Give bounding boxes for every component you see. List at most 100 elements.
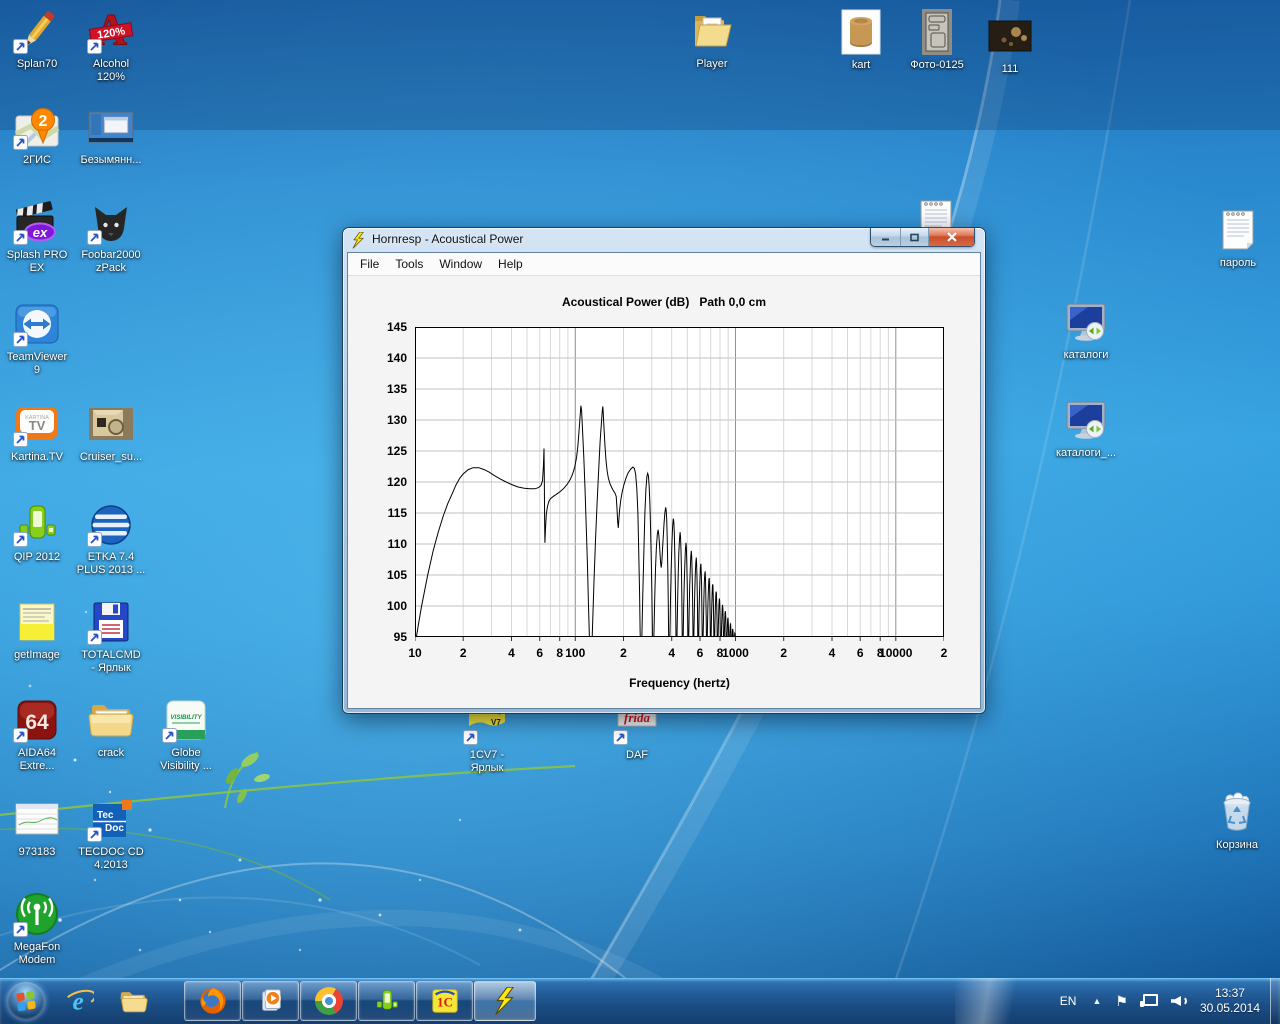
taskbar-button-media-player[interactable]: [242, 981, 299, 1021]
desktop-icon-korzina[interactable]: Корзина: [1187, 788, 1280, 852]
action-center-flag-icon[interactable]: ⚑: [1109, 993, 1134, 1010]
chart-client-area: Acoustical Power (dB) Path 0,0 cm 145140…: [348, 276, 980, 708]
notepad-icon: [1214, 206, 1262, 254]
x-tick-label: 6: [536, 646, 543, 660]
desktop-icon-label: getImage: [14, 649, 60, 662]
shortcut-arrow-icon: [613, 730, 628, 745]
taskbar-button-1c[interactable]: 1С: [416, 981, 473, 1021]
taskbar-button-firefox[interactable]: [184, 981, 241, 1021]
desktop-icon-cruiser-su[interactable]: Cruiser_su...: [61, 400, 161, 464]
desktop-icon-label: 973183: [19, 846, 56, 859]
shortcut-arrow-icon: [87, 630, 102, 645]
x-axis-title: Frequency (hertz): [415, 676, 944, 690]
desktop-icon-label: Foobar2000 zPack: [81, 249, 140, 275]
taskbar: e 1С EN ▲ ⚑ 13:37 30.05.2014: [0, 978, 1280, 1024]
y-tick-label: 145: [373, 320, 407, 334]
shortcut-arrow-icon: [87, 39, 102, 54]
x-tick-label: 8: [556, 646, 563, 660]
desktop-icon-label: TeamViewer 9: [7, 351, 67, 377]
network-icon[interactable]: [1140, 993, 1158, 1009]
chart-plot: [415, 327, 944, 643]
desktop-icon-teamviewer-9[interactable]: TeamViewer 9: [0, 300, 87, 377]
shortcut-arrow-icon: [13, 728, 28, 743]
close-button[interactable]: [929, 228, 974, 246]
menu-item-tools[interactable]: Tools: [387, 255, 431, 273]
desktop-icon-label: ETKA 7.4 PLUS 2013 ...: [77, 551, 146, 577]
taskbar-button-qip[interactable]: [358, 981, 415, 1021]
x-tick-label: 10: [408, 646, 421, 660]
teamviewer-icon: [13, 300, 61, 348]
desktop-icon-globe-visibility[interactable]: VISIBILITYGlobe Visibility ...: [136, 696, 236, 773]
rdp-icon: [1062, 396, 1110, 444]
desktop-icon-label: MegaFon Modem: [14, 941, 60, 967]
desktop-icon-label: QIP 2012: [14, 551, 60, 564]
shortcut-arrow-icon: [87, 827, 102, 842]
window-body: FileToolsWindowHelp Acoustical Power (dB…: [347, 252, 981, 709]
window-titlebar[interactable]: Hornresp - Acoustical Power: [343, 228, 985, 252]
volume-icon[interactable]: [1170, 993, 1188, 1009]
svg-text:VISIBILITY: VISIBILITY: [170, 714, 202, 721]
y-tick-label: 105: [373, 568, 407, 582]
desktop-icon-megafon-modem[interactable]: MegaFon Modem: [0, 890, 87, 967]
taskbar-items: e 1С: [0, 978, 537, 1024]
taskbar-button-hornresp[interactable]: [474, 981, 536, 1021]
desktop-icon-foobar2000-zpack[interactable]: Foobar2000 zPack: [61, 198, 161, 275]
desktop: { "desktop": { "icons": [ {"id":"splan70…: [0, 0, 1280, 1024]
desktop-icon-label: 1CV7 - Ярлык: [470, 749, 504, 775]
desktop-icon-label: Player: [696, 58, 727, 71]
x-tick-label: 4: [829, 646, 836, 660]
desktop-icon-etka-74[interactable]: ETKA 7.4 PLUS 2013 ...: [61, 500, 161, 577]
desktop-icon-alcohol-120[interactable]: A120%Alcohol 120%: [61, 7, 161, 84]
svg-text:ex: ex: [33, 225, 48, 240]
desktop-icon-katalogi-2[interactable]: каталоги_...: [1036, 396, 1136, 460]
desktop-icon-label: crack: [98, 747, 124, 760]
photospeaker-icon: [87, 400, 135, 448]
desktop-icon-label: каталоги: [1064, 349, 1109, 362]
desktop-icon-label: Cruiser_su...: [80, 451, 142, 464]
desktop-icon-label: kart: [852, 59, 870, 72]
y-tick-label: 125: [373, 444, 407, 458]
x-tick-label: 2: [780, 646, 787, 660]
shortcut-arrow-icon: [13, 432, 28, 447]
language-indicator[interactable]: EN: [1052, 994, 1085, 1008]
photogray-icon: [913, 8, 961, 56]
sheet-icon: [13, 795, 61, 843]
svg-text:64: 64: [25, 711, 49, 734]
desktop-icon-bezymyann[interactable]: Безымянн...: [61, 103, 161, 167]
desktop-icon-player[interactable]: Player: [662, 7, 762, 71]
svg-text:2: 2: [39, 113, 48, 130]
menu-item-help[interactable]: Help: [490, 255, 531, 273]
gis-icon: 2: [13, 103, 61, 151]
window-title: Hornresp - Acoustical Power: [372, 232, 523, 246]
taskbar-button-windows-explorer[interactable]: [106, 981, 160, 1021]
x-tick-label: 4: [508, 646, 515, 660]
desktop-icon-tecdoc-cd[interactable]: TecDocTECDOC CD 4.2013: [61, 795, 161, 872]
megafon-icon: [13, 890, 61, 938]
desktop-icon-111[interactable]: 111: [960, 12, 1060, 76]
desktop-icon-label: 111: [1002, 63, 1019, 76]
start-button[interactable]: [0, 978, 52, 1024]
y-tick-label: 140: [373, 351, 407, 365]
menu-item-file[interactable]: File: [352, 255, 387, 273]
minimize-button[interactable]: [871, 228, 901, 246]
x-tick-label: 100: [565, 646, 585, 660]
taskbar-button-internet-explorer[interactable]: e: [52, 981, 106, 1021]
y-tick-label: 130: [373, 413, 407, 427]
svg-text:Doc: Doc: [105, 823, 124, 834]
shortcut-arrow-icon: [13, 230, 28, 245]
y-tick-label: 110: [373, 537, 407, 551]
show-desktop-button[interactable]: [1270, 978, 1280, 1024]
clock[interactable]: 13:37 30.05.2014: [1194, 986, 1270, 1016]
shortcut-arrow-icon: [87, 230, 102, 245]
show-hidden-icons-icon[interactable]: ▲: [1084, 996, 1109, 1006]
desktop-icon-totalcmd[interactable]: TOTALCMD - Ярлык: [61, 598, 161, 675]
y-tick-label: 135: [373, 382, 407, 396]
clock-date: 30.05.2014: [1200, 1001, 1260, 1016]
desktop-icon-katalogi[interactable]: каталоги: [1036, 298, 1136, 362]
maximize-button[interactable]: [901, 228, 929, 246]
x-tick-label: 1000: [722, 646, 749, 660]
taskbar-button-chrome[interactable]: [300, 981, 357, 1021]
menu-item-window[interactable]: Window: [431, 255, 490, 273]
desktop-icon-parol[interactable]: пароль: [1188, 206, 1280, 270]
x-tick-label: 4: [668, 646, 675, 660]
